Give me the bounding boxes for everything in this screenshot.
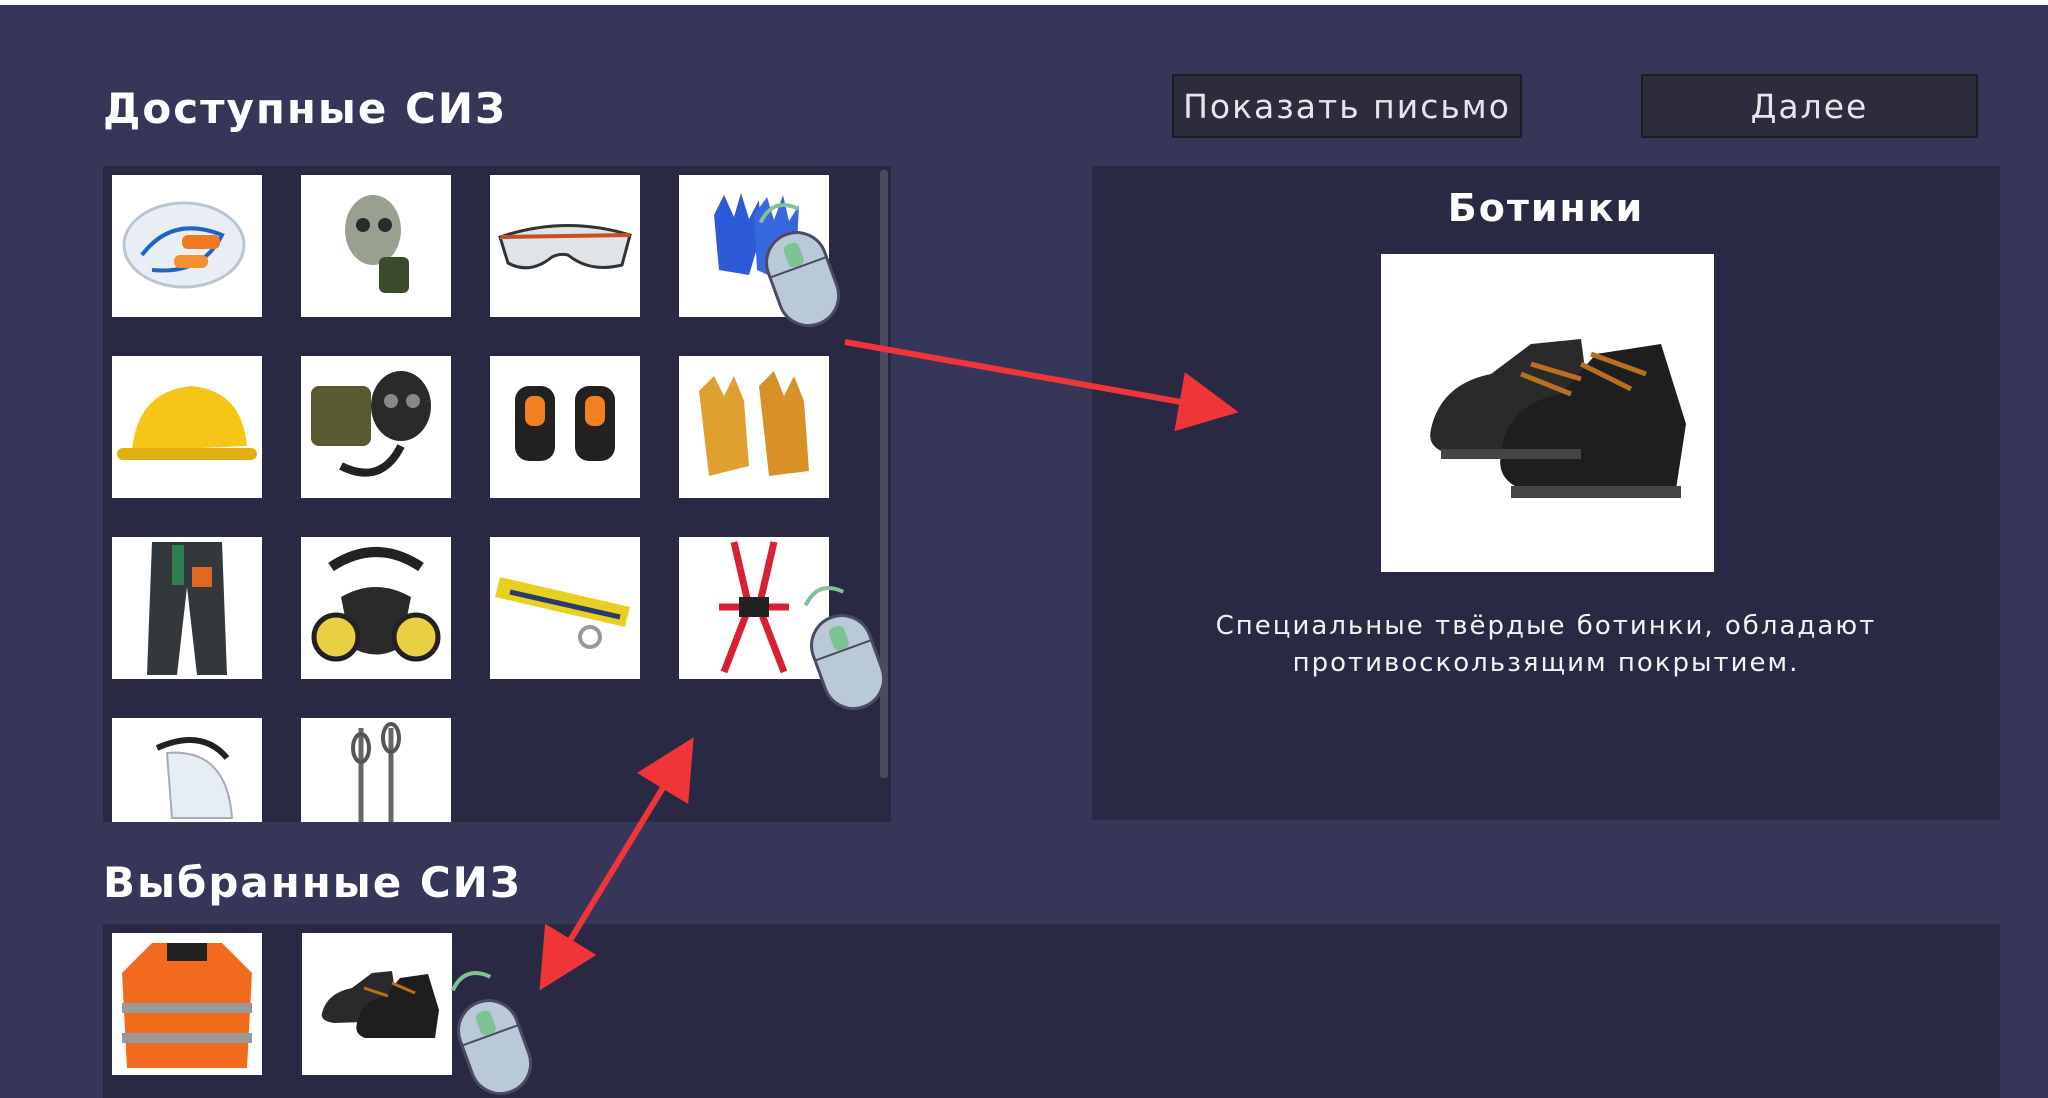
ppe-item-work-gloves[interactable] xyxy=(679,175,829,317)
boots-icon xyxy=(321,971,439,1038)
ppe-item-gas-mask[interactable] xyxy=(301,175,451,317)
gas-mask-icon xyxy=(345,195,409,293)
detail-image xyxy=(1381,254,1714,572)
detail-description-line-1: Специальные твёрдые ботинки, обладают xyxy=(1215,611,1877,641)
gas-mask-kit-icon xyxy=(311,371,431,477)
safety-harness-icon xyxy=(719,541,789,674)
available-ppe-heading: Доступные СИЗ xyxy=(103,84,507,133)
selected-item-boots[interactable] xyxy=(302,933,452,1075)
selected-ppe-heading: Выбранные СИЗ xyxy=(103,858,522,907)
face-shield-icon xyxy=(155,737,234,819)
ppe-item-earplugs[interactable] xyxy=(112,175,262,317)
ppe-item-safety-harness[interactable] xyxy=(679,537,829,679)
ppe-item-hard-hat[interactable] xyxy=(112,356,262,498)
boots-icon xyxy=(1430,339,1686,498)
top-strip xyxy=(0,0,2048,5)
ppe-item-safety-glasses[interactable] xyxy=(490,175,640,317)
ppe-item-respirator[interactable] xyxy=(301,537,451,679)
respirator-icon xyxy=(311,547,441,662)
next-button[interactable]: Далее xyxy=(1641,74,1978,138)
lanyard-icon xyxy=(351,722,401,822)
ppe-item-safety-belt[interactable] xyxy=(490,537,640,679)
detail-title: Ботинки xyxy=(1447,186,1645,230)
work-trousers-icon xyxy=(147,542,227,675)
hi-vis-jacket-icon xyxy=(122,943,252,1068)
detail-description-line-2: противоскользящим покрытием. xyxy=(1292,648,1800,678)
ppe-item-lanyard[interactable] xyxy=(301,718,451,822)
available-scrollbar[interactable] xyxy=(880,170,888,778)
welding-gloves-icon xyxy=(699,371,809,476)
ppe-item-welding-gloves[interactable] xyxy=(679,356,829,498)
ppe-item-knee-pads[interactable] xyxy=(490,356,640,498)
selected-item-hi-vis-jacket[interactable] xyxy=(112,933,262,1075)
ppe-item-gas-mask-kit[interactable] xyxy=(301,356,451,498)
ppe-item-face-shield[interactable] xyxy=(112,718,262,822)
detail-description: Специальные твёрдые ботинки, обладают пр… xyxy=(1092,608,2000,682)
safety-belt-icon xyxy=(495,577,630,649)
hard-hat-icon xyxy=(117,386,257,460)
earplugs-icon xyxy=(122,201,246,289)
knee-pads-icon xyxy=(515,386,615,461)
show-letter-button[interactable]: Показать письмо xyxy=(1172,74,1522,138)
ppe-item-work-trousers[interactable] xyxy=(112,537,262,679)
work-gloves-icon xyxy=(714,193,799,280)
safety-glasses-icon xyxy=(498,224,632,270)
